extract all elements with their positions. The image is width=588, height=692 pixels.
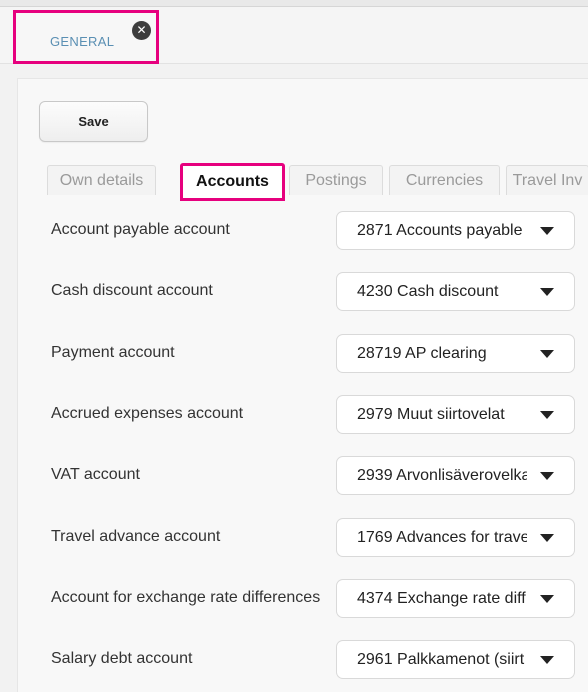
field-row: Account for exchange rate differences 43… [18,579,588,623]
field-label: Account payable account [51,221,230,238]
field-row: Salary debt account 2961 Palkkamenot (si… [18,640,588,684]
field-label: Travel advance account [51,528,221,545]
settings-panel: Save Own details Accounts Postings Curre… [17,78,588,692]
select-value: 4374 Exchange rate diff [357,590,526,607]
field-label: Cash discount account [51,282,213,299]
chevron-down-icon[interactable] [540,595,554,603]
select-value: 28719 AP clearing [357,345,487,362]
chevron-down-icon[interactable] [540,350,554,358]
chevron-down-icon[interactable] [540,534,554,542]
chevron-down-icon[interactable] [540,288,554,296]
chevron-down-icon[interactable] [540,411,554,419]
exchange-rate-select[interactable]: 4374 Exchange rate diff [336,579,575,618]
field-row: Accrued expenses account 2979 Muut siirt… [18,395,588,439]
field-label: Salary debt account [51,650,193,667]
accrued-expenses-select[interactable]: 2979 Muut siirtovelat [336,395,575,434]
salary-debt-select[interactable]: 2961 Palkkamenot (siirt [336,640,575,679]
cash-discount-select[interactable]: 4230 Cash discount [336,272,575,311]
tab-general-label: GENERAL [50,34,115,49]
chevron-down-icon[interactable] [540,472,554,480]
close-icon[interactable]: ✕ [132,21,151,40]
tab-general[interactable]: GENERAL ✕ [13,10,159,64]
select-value: 4230 Cash discount [357,283,499,300]
field-row: Payment account 28719 AP clearing [18,334,588,378]
tab-currencies[interactable]: Currencies [389,165,500,195]
field-row: VAT account 2939 Arvonlisäverovelka [18,456,588,500]
top-strip [0,0,588,7]
account-payable-select[interactable]: 2871 Accounts payable [336,211,575,250]
field-label: Account for exchange rate differences [51,589,321,606]
field-label: Accrued expenses account [51,405,244,422]
chevron-down-icon[interactable] [540,227,554,235]
window-tab-bar: GENERAL ✕ [0,7,588,64]
tab-postings[interactable]: Postings [289,165,383,195]
field-label: Payment account [51,344,175,361]
payment-account-select[interactable]: 28719 AP clearing [336,334,575,373]
settings-tabs: Own details Accounts Postings Currencies… [18,163,588,201]
select-value: 1769 Advances for travel [357,529,527,546]
field-label: VAT account [51,466,140,483]
select-value: 2979 Muut siirtovelat [357,406,505,423]
field-row: Account payable account 2871 Accounts pa… [18,211,588,255]
field-row: Cash discount account 4230 Cash discount [18,272,588,316]
select-value: 2871 Accounts payable [357,222,523,239]
select-value: 2961 Palkkamenot (siirt [357,651,525,668]
save-button[interactable]: Save [39,101,148,142]
tab-own-details[interactable]: Own details [47,165,156,195]
tab-accounts[interactable]: Accounts [180,163,285,201]
chevron-down-icon[interactable] [540,656,554,664]
select-value: 2939 Arvonlisäverovelka [357,467,527,484]
travel-advance-select[interactable]: 1769 Advances for travel [336,518,575,557]
field-row: Travel advance account 1769 Advances for… [18,518,588,562]
tab-travel-invoices[interactable]: Travel Inv [506,165,588,195]
vat-account-select[interactable]: 2939 Arvonlisäverovelka [336,456,575,495]
